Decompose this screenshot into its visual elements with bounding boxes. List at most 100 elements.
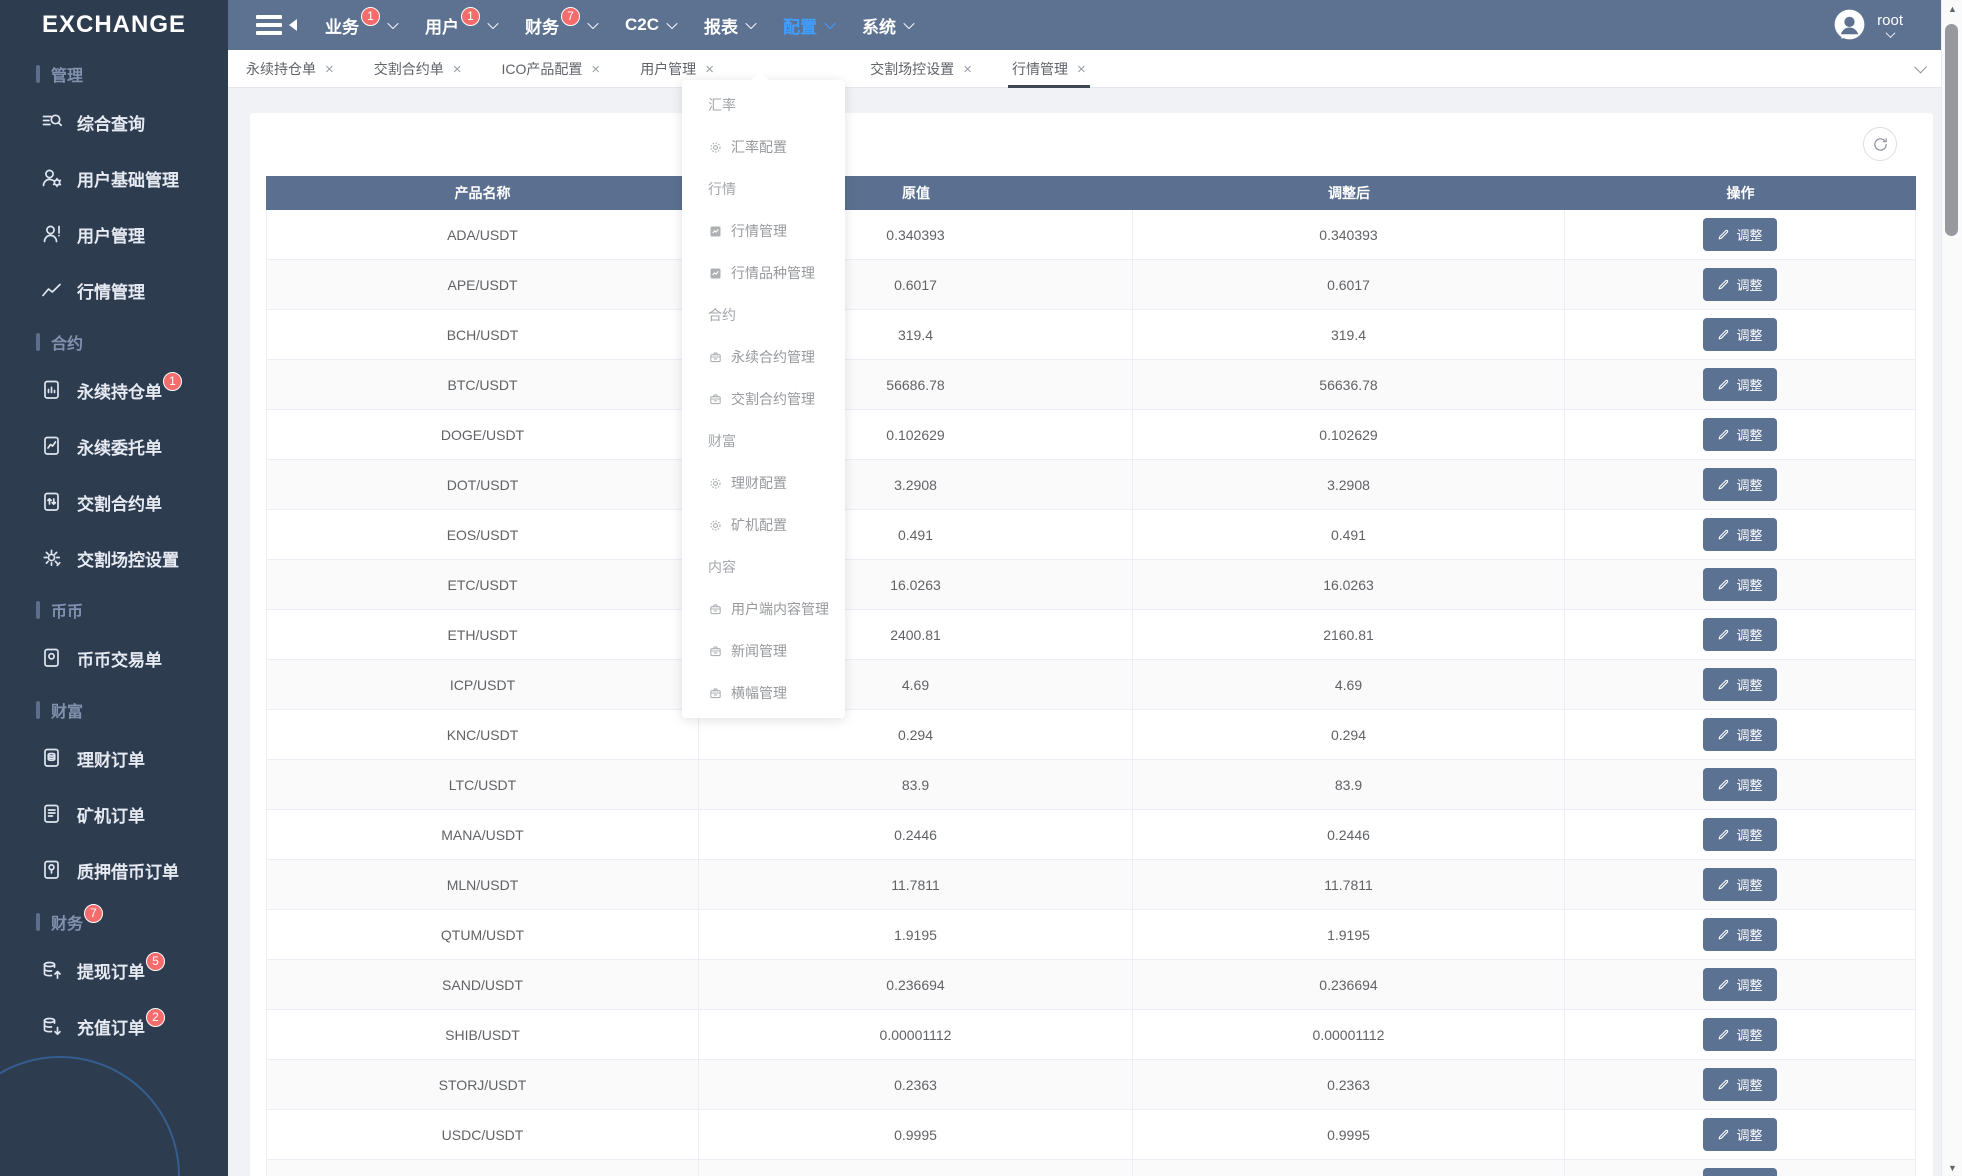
adjust-button[interactable]: 调整 bbox=[1703, 418, 1776, 451]
cell-adjusted-value: 0.236694 bbox=[1133, 960, 1565, 1009]
nav-item[interactable]: 系统 bbox=[862, 13, 913, 38]
sidebar-section-title: 合约 bbox=[36, 330, 228, 354]
tab[interactable]: 行情管理 × bbox=[1012, 50, 1086, 88]
nav-item[interactable]: 财务7 bbox=[525, 13, 597, 38]
adjust-button[interactable]: 调整 bbox=[1703, 768, 1776, 801]
refresh-button[interactable] bbox=[1863, 127, 1897, 161]
dropdown-item[interactable]: 横幅管理 bbox=[682, 672, 845, 714]
adjust-button[interactable]: 调整 bbox=[1703, 368, 1776, 401]
adjust-button[interactable]: 调整 bbox=[1703, 918, 1776, 951]
adjust-button[interactable]: 调整 bbox=[1703, 818, 1776, 851]
cell-adjusted-value: 0.294 bbox=[1133, 710, 1565, 759]
sidebar-section-title: 财富 bbox=[36, 698, 228, 722]
adjust-button[interactable]: 调整 bbox=[1703, 568, 1776, 601]
dropdown-item[interactable]: 交割合约管理 bbox=[682, 378, 845, 420]
sidebar-item[interactable]: 行情管理 bbox=[0, 262, 228, 318]
adjust-button[interactable]: 调整 bbox=[1703, 1118, 1776, 1151]
table-row: LTC/USDT 83.9 83.9 调整 bbox=[266, 760, 1916, 810]
tab[interactable]: 交割场控设置 × bbox=[870, 50, 972, 88]
coins-down-icon bbox=[40, 1014, 64, 1038]
chart-square-icon bbox=[708, 266, 723, 281]
nav-item-label: 系统 bbox=[862, 13, 896, 38]
sidebar-item[interactable]: 用户基础管理 bbox=[0, 150, 228, 206]
doc-pledge-icon bbox=[40, 858, 64, 882]
dropdown-item[interactable]: 新闻管理 bbox=[682, 630, 845, 672]
adjust-button[interactable]: 调整 bbox=[1703, 618, 1776, 651]
tab[interactable]: 交割合约单 × bbox=[374, 50, 462, 88]
close-tab-icon[interactable]: × bbox=[453, 61, 462, 78]
dropdown-item-label: 交割合约管理 bbox=[731, 389, 815, 409]
adjust-button[interactable]: 调整 bbox=[1703, 218, 1776, 251]
collapse-menu-button[interactable] bbox=[256, 11, 297, 39]
sidebar-item[interactable]: 综合查询 bbox=[0, 94, 228, 150]
dropdown-group-title: 财富 bbox=[682, 420, 845, 462]
section-title-label: 财富 bbox=[51, 698, 83, 722]
section-accent-bar bbox=[36, 65, 40, 83]
cell-actions: 调整 bbox=[1565, 810, 1916, 859]
close-tab-icon[interactable]: × bbox=[591, 61, 600, 78]
nav-item[interactable]: 业务1 bbox=[325, 13, 397, 38]
dropdown-group-title: 内容 bbox=[682, 546, 845, 588]
dropdown-item[interactable]: 永续合约管理 bbox=[682, 336, 845, 378]
dropdown-item[interactable]: 用户端内容管理 bbox=[682, 588, 845, 630]
cell-product-name: DOT/USDT bbox=[266, 460, 699, 509]
dropdown-item[interactable]: 汇率配置 bbox=[682, 126, 845, 168]
table-row: QTUM/USDT 1.9195 1.9195 调整 bbox=[266, 910, 1916, 960]
table-row: USDC/USDT 0.9995 0.9995 调整 bbox=[266, 1110, 1916, 1160]
sidebar-item[interactable]: 永续委托单 bbox=[0, 418, 228, 474]
tab[interactable]: ICO产品配置 × bbox=[502, 50, 601, 88]
sidebar-item[interactable]: 永续持仓单1 bbox=[0, 362, 228, 418]
sidebar-item[interactable]: 质押借币订单 bbox=[0, 842, 228, 898]
dropdown-item[interactable]: 理财配置 bbox=[682, 462, 845, 504]
sidebar-item-label: 用户基础管理 bbox=[77, 166, 179, 191]
scrollbar-thumb[interactable] bbox=[1945, 24, 1958, 236]
nav-item[interactable]: 配置 bbox=[783, 13, 834, 38]
adjust-button[interactable]: 调整 bbox=[1703, 518, 1776, 551]
nav-item[interactable]: C2C bbox=[625, 15, 676, 35]
adjust-button[interactable]: 调整 bbox=[1703, 868, 1776, 901]
chevron-down-icon bbox=[903, 18, 914, 29]
close-tab-icon[interactable]: × bbox=[705, 61, 714, 78]
adjust-button[interactable]: 调整 bbox=[1703, 1068, 1776, 1101]
close-tab-icon[interactable]: × bbox=[325, 61, 334, 78]
nav-item-label: 报表 bbox=[704, 13, 738, 38]
adjust-button[interactable]: 调整 bbox=[1703, 268, 1776, 301]
sidebar-item[interactable]: 交割场控设置 bbox=[0, 530, 228, 586]
scroll-up-icon[interactable] bbox=[1942, 4, 1962, 14]
sidebar-item[interactable]: 用户管理 bbox=[0, 206, 228, 262]
sidebar-item[interactable]: 理财订单 bbox=[0, 730, 228, 786]
tab-bar: 永续持仓单 × 交割合约单 × ICO产品配置 × 用户管理 × 交割场控设置 … bbox=[228, 50, 1941, 88]
cell-adjusted-value: 16.0263 bbox=[1133, 560, 1565, 609]
edit-pencil-icon bbox=[1717, 228, 1730, 241]
close-tab-icon[interactable]: × bbox=[963, 61, 972, 78]
scroll-down-icon[interactable] bbox=[1942, 1163, 1962, 1173]
table-row: 调整 bbox=[266, 1160, 1916, 1176]
dropdown-group-title: 合约 bbox=[682, 294, 845, 336]
adjust-button[interactable]: 调整 bbox=[1703, 968, 1776, 1001]
nav-item-label: C2C bbox=[625, 15, 659, 35]
adjust-button[interactable]: 调整 bbox=[1703, 668, 1776, 701]
dropdown-item[interactable]: 行情管理 bbox=[682, 210, 845, 252]
adjust-button[interactable]: 调整 bbox=[1703, 468, 1776, 501]
sidebar-item-label: 提现订单 bbox=[77, 958, 145, 983]
gear-icon bbox=[708, 476, 723, 491]
edit-pencil-icon bbox=[1717, 1078, 1730, 1091]
close-tab-icon[interactable]: × bbox=[1077, 61, 1086, 78]
nav-item[interactable]: 报表 bbox=[704, 13, 755, 38]
scrollbar[interactable] bbox=[1941, 0, 1962, 1176]
sidebar-item[interactable]: 矿机订单 bbox=[0, 786, 228, 842]
adjust-button[interactable]: 调整 bbox=[1703, 1018, 1776, 1051]
adjust-button[interactable]: 调整 bbox=[1703, 318, 1776, 351]
sidebar-item[interactable]: 充值订单2 bbox=[0, 998, 228, 1054]
table-row: KNC/USDT 0.294 0.294 调整 bbox=[266, 710, 1916, 760]
dropdown-item[interactable]: 矿机配置 bbox=[682, 504, 845, 546]
user-menu[interactable]: root bbox=[1831, 0, 1903, 50]
tab[interactable]: 永续持仓单 × bbox=[246, 50, 334, 88]
adjust-button[interactable]: 调整 bbox=[1703, 1168, 1776, 1176]
sidebar-item[interactable]: 币币交易单 bbox=[0, 630, 228, 686]
sidebar-item[interactable]: 交割合约单 bbox=[0, 474, 228, 530]
dropdown-item[interactable]: 行情品种管理 bbox=[682, 252, 845, 294]
adjust-button[interactable]: 调整 bbox=[1703, 718, 1776, 751]
nav-item[interactable]: 用户1 bbox=[425, 13, 497, 38]
sidebar-item[interactable]: 提现订单5 bbox=[0, 942, 228, 998]
